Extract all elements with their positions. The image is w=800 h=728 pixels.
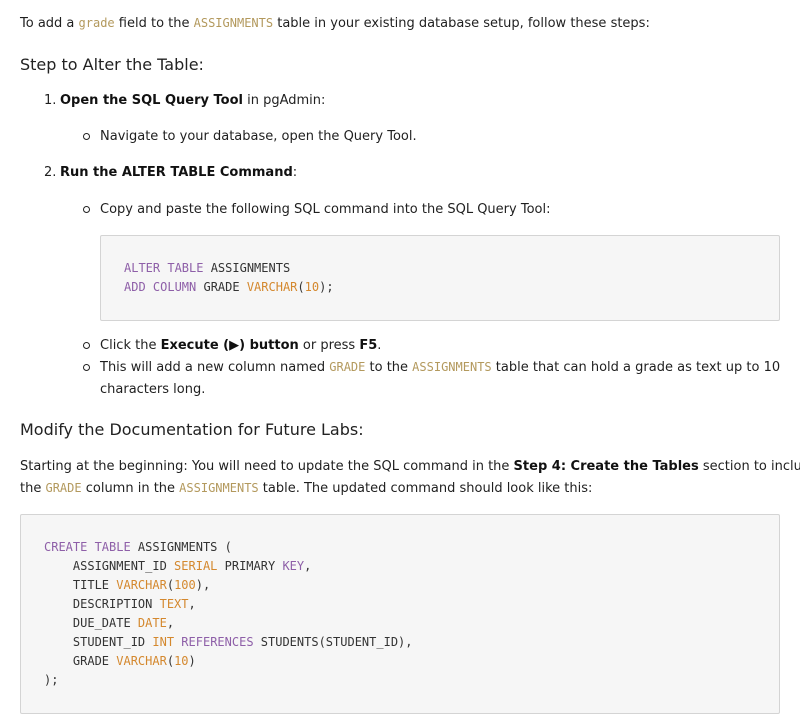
code-type: TEXT	[159, 597, 189, 611]
f5-key-label: F5	[359, 338, 378, 353]
code-content: CREATE TABLE ASSIGNMENTS ( ASSIGNMENT_ID…	[44, 538, 413, 690]
intro-text: field to the	[114, 16, 194, 31]
inline-code-assignments: ASSIGNMENTS	[179, 481, 259, 495]
code-text: (	[166, 654, 175, 668]
code-number: 100	[174, 578, 196, 592]
para-text: section to include	[702, 459, 800, 474]
code-text: (	[166, 578, 175, 592]
code-text: ,	[166, 616, 175, 630]
code-type: VARCHAR	[116, 654, 167, 668]
step-1: Open the SQL Query Tool in pgAdmin:	[60, 93, 325, 108]
code-type: VARCHAR	[116, 578, 167, 592]
step-2: Run the ALTER TABLE Command:	[60, 165, 297, 180]
intro-text: table in your existing database setup, f…	[273, 16, 650, 31]
code-text: TITLE	[44, 578, 117, 592]
docs-paragraph-line1: Starting at the beginning: You will need…	[20, 459, 800, 474]
code-keyword: REFERENCES	[181, 635, 254, 649]
bullet-circle-icon	[83, 364, 90, 371]
step-number: 2.	[44, 165, 57, 180]
bullet-text: table that can hold a grade as text up t…	[491, 360, 781, 375]
bullet-text: to the	[365, 360, 413, 375]
bullet-text: or press	[298, 338, 360, 353]
bullet-text: .	[377, 338, 382, 353]
create-table-code-block[interactable]: CREATE TABLE ASSIGNMENTS ( ASSIGNMENT_ID…	[20, 514, 780, 714]
para-text: column in the	[81, 481, 180, 496]
code-text: (	[297, 280, 305, 294]
code-text: );	[44, 673, 59, 687]
step-1-bullet: Navigate to your database, open the Quer…	[100, 129, 417, 144]
code-type: VARCHAR	[246, 280, 298, 294]
code-number: 10	[174, 654, 189, 668]
code-text: ,	[188, 597, 196, 611]
para-text: the	[20, 481, 46, 496]
step-number: 1.	[44, 93, 57, 108]
intro-text: To add a	[20, 16, 79, 31]
code-keyword: ALTER TABLE	[124, 261, 204, 275]
inline-code-assignments: ASSIGNMENTS	[193, 16, 274, 30]
bullet-circle-icon	[83, 133, 90, 140]
code-content: ALTER TABLE ASSIGNMENTS ADD COLUMN GRADE…	[124, 259, 334, 297]
code-text: PRIMARY	[217, 559, 283, 573]
code-type: SERIAL	[174, 559, 218, 573]
step-2-bullet-result: This will add a new column named GRADE t…	[100, 360, 780, 375]
para-text: Starting at the beginning: You will need…	[20, 459, 514, 474]
code-text: STUDENT_ID	[44, 635, 153, 649]
code-text: DUE_DATE	[44, 616, 138, 630]
code-text: GRADE	[44, 654, 117, 668]
code-type: DATE	[137, 616, 167, 630]
step-2-bullet-copy: Copy and paste the following SQL command…	[100, 202, 551, 217]
code-keyword: ADD COLUMN	[124, 280, 197, 294]
code-text: ,	[304, 559, 312, 573]
bullet-circle-icon	[83, 342, 90, 349]
alter-code-block[interactable]: ALTER TABLE ASSIGNMENTS ADD COLUMN GRADE…	[100, 235, 780, 321]
section-heading-alter: Step to Alter the Table:	[20, 55, 204, 74]
section-heading-docs: Modify the Documentation for Future Labs…	[20, 420, 364, 439]
step-1-title: Open the SQL Query Tool	[60, 93, 243, 108]
step-2-text: :	[292, 165, 298, 180]
bullet-text: This will add a new column named	[100, 360, 330, 375]
code-text: DESCRIPTION	[44, 597, 160, 611]
execute-button-label: Execute (▶) button	[160, 338, 299, 353]
code-text: )	[188, 654, 196, 668]
bullet-text: Click the	[100, 338, 161, 353]
inline-code-grade: grade	[78, 16, 115, 30]
inline-code-grade: GRADE	[329, 360, 366, 374]
step-2-bullet-execute: Click the Execute (▶) button or press F5…	[100, 338, 381, 353]
step-4-reference: Step 4: Create the Tables	[513, 459, 699, 474]
code-text: ),	[195, 578, 211, 592]
code-text: ASSIGNMENT_ID	[44, 559, 175, 573]
docs-paragraph-line2: the GRADE column in the ASSIGNMENTS tabl…	[20, 481, 592, 496]
step-2-bullet-result-cont: characters long.	[100, 382, 206, 397]
code-text: STUDENTS(STUDENT_ID),	[253, 635, 413, 649]
step-2-title: Run the ALTER TABLE Command	[60, 165, 293, 180]
intro-paragraph: To add a grade field to the ASSIGNMENTS …	[20, 16, 650, 31]
code-text: ASSIGNMENTS (	[130, 540, 232, 554]
code-keyword: CREATE TABLE	[44, 540, 131, 554]
para-text: table. The updated command should look l…	[258, 481, 593, 496]
code-text: ASSIGNMENTS	[203, 261, 291, 275]
code-type: INT	[152, 635, 175, 649]
code-number: 10	[304, 280, 320, 294]
bullet-circle-icon	[83, 206, 90, 213]
step-1-text: in pgAdmin:	[242, 93, 326, 108]
inline-code-assignments: ASSIGNMENTS	[412, 360, 492, 374]
code-text: );	[319, 280, 334, 294]
inline-code-grade: GRADE	[45, 481, 82, 495]
code-text: GRADE	[196, 280, 247, 294]
code-keyword: KEY	[282, 559, 305, 573]
